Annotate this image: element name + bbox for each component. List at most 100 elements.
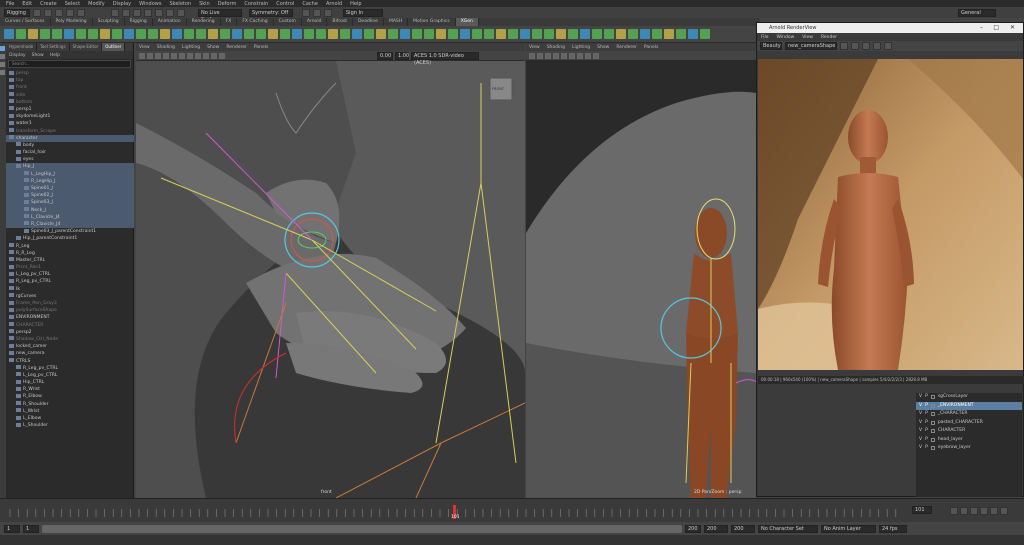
live-surface-field[interactable]: No Live Surface xyxy=(198,8,242,23)
camera-icon[interactable] xyxy=(139,52,145,59)
render-icon[interactable] xyxy=(840,42,848,50)
select-component-icon[interactable] xyxy=(133,8,141,17)
outliner-item[interactable]: L_Clavicle_J4 xyxy=(6,213,134,221)
shelf-tool-icon[interactable] xyxy=(448,29,458,39)
go-to-start-icon[interactable] xyxy=(950,507,958,515)
close-icon[interactable]: ✕ xyxy=(1010,23,1015,33)
shelf-tab[interactable]: Motion Graphics xyxy=(408,18,456,26)
layer-color-swatch[interactable] xyxy=(930,446,935,450)
menu-windows[interactable]: Windows xyxy=(139,1,161,7)
render-settings-icon[interactable] xyxy=(324,8,332,17)
new-scene-icon[interactable] xyxy=(33,8,41,17)
shelf-tool-icon[interactable] xyxy=(460,29,470,39)
select-hierarchy-icon[interactable] xyxy=(111,8,119,17)
outliner-item[interactable]: polySurfaceShape xyxy=(6,307,134,314)
viewport-menu-view[interactable]: View xyxy=(529,45,540,50)
shelf-tool-icon[interactable] xyxy=(16,29,26,39)
select-tool-icon[interactable] xyxy=(0,46,5,51)
viewport-menu-shading[interactable]: Shading xyxy=(547,45,565,50)
viewport-menu-renderer[interactable]: Renderer xyxy=(616,45,637,50)
shelf-tool-icon[interactable] xyxy=(232,29,242,39)
outliner-menu-item[interactable]: Help xyxy=(50,53,60,58)
outliner-item[interactable]: R_Leg_pv_CTRL xyxy=(6,278,134,285)
outliner-item[interactable]: CTRLS xyxy=(6,358,134,365)
outliner-item[interactable]: CHARACTER xyxy=(6,322,134,329)
play-forward-icon[interactable] xyxy=(980,507,988,515)
shelf-tool-icon[interactable] xyxy=(556,29,566,39)
viewport-menu-show[interactable]: Show xyxy=(597,45,609,50)
outliner-item[interactable]: transform_Scrape xyxy=(6,128,134,135)
menu-cache[interactable]: Cache xyxy=(302,1,318,7)
shelf-tab[interactable]: Custom xyxy=(274,18,302,26)
undo-icon[interactable] xyxy=(66,8,74,17)
shelf-tool-icon[interactable] xyxy=(184,29,194,39)
outliner-item[interactable]: Master_CTRL xyxy=(6,257,134,264)
lights-icon[interactable] xyxy=(577,52,583,59)
shelf-tool-icon[interactable] xyxy=(148,29,158,39)
outliner-item[interactable]: character xyxy=(6,134,134,142)
layer-playback-toggle[interactable]: P xyxy=(925,410,928,419)
shelf-tool-icon[interactable] xyxy=(316,29,326,39)
go-to-end-icon[interactable] xyxy=(1000,507,1008,515)
shelf-tab[interactable]: Animation xyxy=(153,18,187,26)
save-scene-icon[interactable] xyxy=(55,8,63,17)
current-frame-field[interactable]: 101 xyxy=(912,506,932,514)
shelf-tool-icon[interactable] xyxy=(28,29,38,39)
viewport-menu-lighting[interactable]: Lighting xyxy=(572,45,590,50)
grid-icon[interactable] xyxy=(163,52,169,59)
play-backward-icon[interactable] xyxy=(970,507,978,515)
camera-icon[interactable] xyxy=(529,52,535,59)
layer-playback-toggle[interactable]: P xyxy=(925,402,928,411)
outliner-item[interactable]: persp xyxy=(6,70,134,77)
layer-color-swatch[interactable] xyxy=(930,429,935,433)
shelf-tool-icon[interactable] xyxy=(100,29,110,39)
outliner-item[interactable]: persp2 xyxy=(6,329,134,336)
isolate-icon[interactable] xyxy=(219,52,225,59)
outliner-item[interactable]: rgCurves xyxy=(6,293,134,300)
shelf-tool-icon[interactable] xyxy=(568,29,578,39)
shelf-tool-icon[interactable] xyxy=(208,29,218,39)
shelf-tool-icon[interactable] xyxy=(676,29,686,39)
layer-color-swatch[interactable] xyxy=(930,437,935,442)
outliner-item[interactable]: R_Shoulder xyxy=(6,401,134,408)
range-slider[interactable] xyxy=(42,524,682,533)
outliner-item[interactable]: R_R_Leg xyxy=(6,250,134,257)
outliner-item[interactable]: body xyxy=(6,142,134,149)
display-layer-row[interactable]: V P _ENVIRONMENT xyxy=(916,401,1022,411)
shelf-tool-icon[interactable] xyxy=(256,29,266,39)
outliner-item[interactable]: Hip_CTRL xyxy=(6,379,134,386)
renderview-menu-window[interactable]: Window xyxy=(777,35,795,40)
outliner-item[interactable]: L_Shoulder xyxy=(6,422,134,429)
renderview-menu-render[interactable]: Render xyxy=(821,35,837,40)
menu-control[interactable]: Control xyxy=(276,1,294,7)
wireframe-icon[interactable] xyxy=(553,52,559,59)
gamma-field[interactable]: 1.00 xyxy=(395,51,409,60)
smooth-shade-icon[interactable] xyxy=(179,52,185,59)
snap-surface-icon[interactable] xyxy=(177,8,185,17)
shelf-tab[interactable]: Deadline xyxy=(353,18,384,26)
shelf-tool-icon[interactable] xyxy=(328,29,338,39)
layer-playback-toggle[interactable]: P xyxy=(925,419,928,428)
snap-point-icon[interactable] xyxy=(166,8,174,17)
layer-visibility-toggle[interactable]: V xyxy=(919,427,922,436)
shelf-tool-icon[interactable] xyxy=(88,29,98,39)
viewport-menu-shading[interactable]: Shading xyxy=(157,45,175,50)
outliner-item[interactable]: Spine03_J xyxy=(6,199,134,207)
ipr-render-icon[interactable] xyxy=(313,8,321,17)
shelf-tool-icon[interactable] xyxy=(304,29,314,39)
outliner-item[interactable]: new_camera xyxy=(6,350,134,357)
shelf-tab[interactable]: FX Caching xyxy=(237,18,274,26)
bookmark-icon[interactable] xyxy=(155,52,161,59)
max-frame-field[interactable]: 200 xyxy=(731,524,755,533)
shelf-tab[interactable]: Curves / Surfaces xyxy=(0,18,51,26)
shelf-tool-icon[interactable] xyxy=(124,29,134,39)
shelf-tool-icon[interactable] xyxy=(604,29,614,39)
menu-modify[interactable]: Modify xyxy=(88,1,105,7)
exposure-field[interactable]: 0.00 xyxy=(377,51,393,60)
minimize-icon[interactable]: – xyxy=(980,23,983,33)
display-layer-row[interactable]: V Peyebrow_layer xyxy=(916,444,1022,453)
command-line[interactable] xyxy=(0,535,1024,545)
display-layer-row[interactable]: V PsgCrossLayer xyxy=(916,393,1022,402)
sign-in-button[interactable]: Sign In xyxy=(343,8,383,17)
outliner-menu-item[interactable]: Display xyxy=(9,53,26,58)
